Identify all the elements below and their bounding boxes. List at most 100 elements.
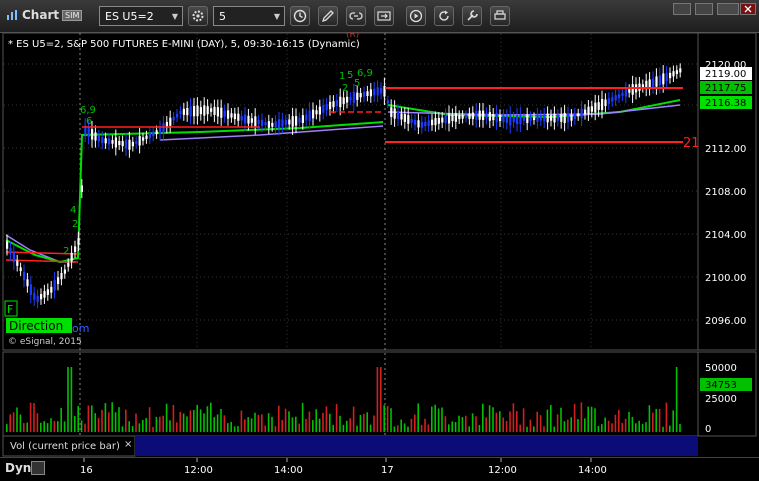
volume-bar: [482, 403, 484, 432]
time-axis-labels: 16 12:00 14:00 17 12:00 14:00: [80, 458, 607, 476]
print-button[interactable]: [490, 6, 510, 26]
volume-bar: [274, 426, 277, 432]
gear-icon: [192, 10, 204, 22]
candle-body: [560, 114, 563, 122]
candle-body: [604, 99, 607, 107]
restore-button[interactable]: [717, 3, 739, 15]
volume-bar: [621, 422, 623, 432]
volume-bar: [495, 412, 498, 432]
volume-bar: [669, 425, 671, 432]
volume-bar: [142, 420, 144, 432]
candle-body: [614, 95, 617, 101]
volume-bar: [488, 405, 491, 432]
price-tick: 2100.00: [705, 273, 746, 284]
candle-body: [342, 97, 345, 105]
tools-button[interactable]: [462, 6, 482, 26]
candle-body: [665, 73, 668, 82]
candle-body: [162, 123, 165, 133]
volume-bar: [573, 403, 576, 432]
candle-body: [414, 119, 417, 125]
candle-body: [288, 119, 291, 125]
volume-bar: [77, 406, 79, 432]
volume-bar: [349, 418, 351, 432]
candle-body: [339, 96, 342, 108]
candle-body: [60, 273, 63, 280]
volume-bar: [206, 406, 209, 432]
volume-bar: [125, 409, 127, 432]
volume-bar: [556, 414, 559, 432]
volume-bar: [502, 417, 504, 432]
time-axis[interactable]: Dyn 16 12:00 14:00 17 12:00 14:00: [0, 457, 759, 481]
volume-bar: [97, 418, 100, 432]
volume-bar: [652, 412, 654, 432]
candle-body: [101, 137, 104, 144]
maximize-button[interactable]: [695, 3, 713, 15]
volume-bar: [301, 402, 304, 432]
candle-body: [349, 96, 352, 101]
volume-bar: [332, 424, 334, 432]
volume-bar: [53, 421, 56, 432]
candle-body: [220, 107, 223, 118]
volume-bar: [118, 407, 120, 432]
volume-bar: [560, 407, 562, 432]
close-study-icon[interactable]: ×: [124, 439, 132, 450]
interval-settings-button[interactable]: [188, 6, 208, 26]
candle-body: [121, 141, 124, 147]
volume-bar: [182, 413, 185, 432]
candle-body: [128, 139, 131, 150]
candle-body: [522, 117, 525, 121]
volume-bar: [410, 418, 413, 432]
play-icon: [409, 9, 423, 23]
volume-bar: [40, 422, 42, 432]
volume-bar: [128, 421, 130, 432]
candle-body: [393, 108, 396, 119]
candle-body: [536, 114, 539, 123]
link-button[interactable]: [346, 6, 366, 26]
candle-body: [244, 114, 247, 124]
interval-dropdown[interactable]: 5 ▼: [213, 6, 285, 26]
volume-bar: [631, 416, 634, 432]
volume-bar: [641, 423, 644, 432]
volume-bar: [665, 402, 668, 432]
candle-body: [356, 92, 359, 100]
volume-bar: [230, 421, 232, 432]
refresh-button[interactable]: [434, 6, 454, 26]
candle-body: [624, 88, 627, 97]
volume-bar: [165, 403, 168, 432]
candle-body: [176, 113, 179, 118]
candle-body: [658, 75, 661, 86]
minimize-button[interactable]: [673, 3, 691, 15]
candle-body: [182, 108, 185, 115]
last-price-label: 2119.00: [705, 69, 746, 80]
close-icon: [744, 5, 752, 13]
volume-bar: [519, 424, 521, 432]
candle-body: [257, 119, 260, 125]
symbol-dropdown[interactable]: ES U5=2 ▼: [99, 6, 183, 26]
goto-button[interactable]: [374, 6, 394, 26]
candle-body: [172, 116, 175, 121]
play-button[interactable]: [406, 6, 426, 26]
volume-bar: [237, 426, 239, 432]
candle-body: [12, 252, 15, 263]
volume-bar: [315, 409, 317, 432]
chart-area[interactable]: * ES U5=2, S&P 500 FUTURES E-MINI (DAY),…: [0, 32, 759, 457]
volume-bar: [492, 407, 494, 432]
candle-body: [359, 93, 362, 98]
volume-bar: [148, 407, 151, 432]
volume-bar: [213, 417, 215, 432]
annotation: 6: [86, 116, 92, 127]
volume-bar: [499, 411, 501, 432]
candle-body: [148, 132, 151, 139]
draw-button[interactable]: [318, 6, 338, 26]
candle-body: [539, 115, 542, 121]
volume-bar: [478, 424, 481, 432]
close-window-button[interactable]: [740, 3, 756, 15]
volume-bar: [529, 419, 532, 432]
volume-bar: [475, 416, 477, 432]
candle-body: [274, 121, 277, 128]
candle-body: [454, 113, 457, 122]
candle-body: [570, 114, 573, 121]
volume-bar: [244, 419, 246, 432]
volume-bar: [94, 413, 96, 432]
history-button[interactable]: [290, 6, 310, 26]
